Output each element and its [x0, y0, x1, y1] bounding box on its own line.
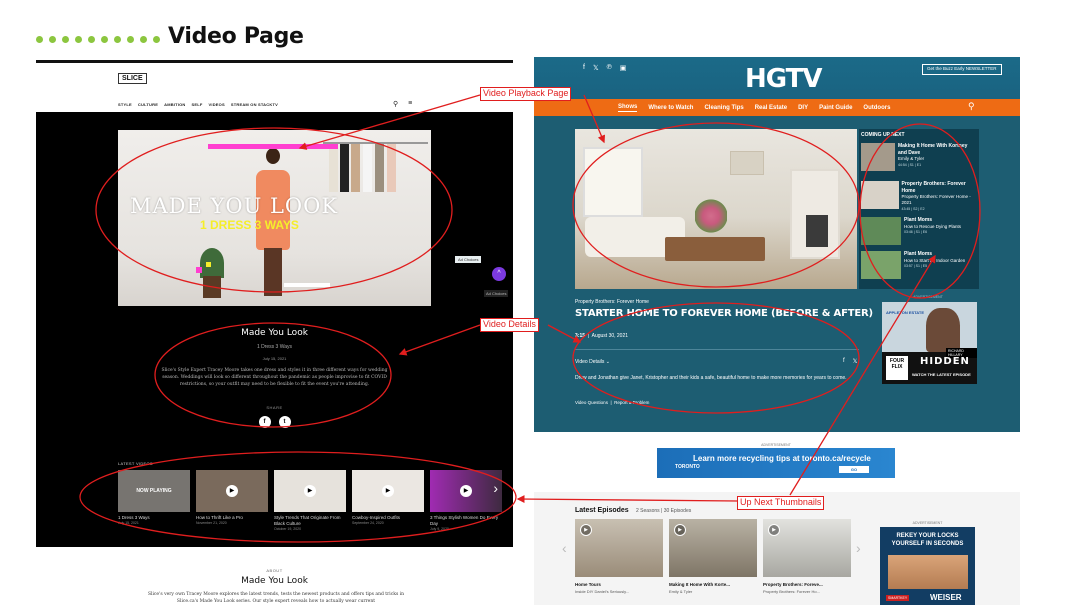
nav-item-real-estate[interactable]: Real Estate: [755, 105, 787, 111]
report-problem-link[interactable]: Report a Problem: [614, 400, 649, 405]
slice-logo[interactable]: SLICE: [118, 73, 147, 84]
play-icon[interactable]: ▶: [460, 485, 472, 497]
details-subtitle: 1 Dress 3 Ways: [256, 344, 293, 350]
share-label: SHARE: [266, 404, 283, 410]
about-label: ABOUT: [266, 568, 283, 573]
facebook-icon[interactable]: f: [843, 358, 845, 365]
play-icon[interactable]: ▶: [304, 485, 316, 497]
chevron-left-icon[interactable]: ‹: [562, 540, 567, 556]
ad-label: ADVERTISEMENT: [912, 521, 943, 525]
facebook-icon[interactable]: f: [583, 64, 585, 72]
about-body: Slice's very own Tracey Moore explores t…: [147, 592, 405, 604]
latest-episodes-title: Latest Episodes: [575, 507, 629, 514]
slice-video-player[interactable]: MADE YOU LOOK 1 DRESS 3 WAYS: [118, 130, 431, 306]
chevron-right-icon[interactable]: ›: [856, 540, 861, 556]
toronto-recycle-ad[interactable]: Learn more recycling tips at toronto.ca/…: [657, 448, 895, 478]
episode-card[interactable]: ▶ Home Tours Inside DIY Daniel's Serious…: [575, 519, 663, 594]
chevron-right-icon[interactable]: ›: [493, 480, 498, 496]
newsletter-button[interactable]: Get the Buzz Early NEWSLETTER: [922, 64, 1002, 75]
nav-item-videos[interactable]: VIDEOS: [209, 102, 225, 107]
nav-item-culture[interactable]: CULTURE: [138, 102, 158, 107]
search-icon[interactable]: ⚲: [968, 101, 975, 112]
hgtv-video-player[interactable]: [575, 129, 857, 289]
hgtv-logo[interactable]: HGTV: [745, 64, 823, 94]
video-links: Video Questions | Report a Problem: [575, 400, 650, 405]
weiser-ad[interactable]: REKEY YOUR LOCKS YOURSELF IN SECONDS SMA…: [880, 527, 975, 605]
about-title: Made You Look: [241, 576, 308, 586]
twitter-icon[interactable]: 𝕏: [853, 358, 858, 365]
nav-item-outdoors[interactable]: Outdoors: [863, 105, 890, 111]
video-thumbnail[interactable]: ▶ Style Trends That Originate From Black…: [274, 470, 346, 531]
ad-choices-label[interactable]: Ad Choices: [455, 256, 482, 263]
episode-title: STARTER HOME TO FOREVER HOME (BEFORE & A…: [575, 308, 873, 319]
details-description: Slice's Style Expert Tracey Moore takes …: [161, 368, 388, 388]
green-dots-decoration: [36, 36, 160, 43]
facebook-icon[interactable]: f: [258, 415, 271, 428]
instagram-icon[interactable]: ▣: [620, 64, 627, 72]
episode-card[interactable]: ▶ Making It Home With Korte... Emily & T…: [669, 519, 757, 594]
details-title: Made You Look: [241, 328, 308, 338]
twitter-icon[interactable]: 𝕏: [593, 64, 599, 72]
ad-label: ADVERTISEMENT: [761, 443, 791, 447]
video-thumbnail[interactable]: ▶ How to Thrift Like a Pro November 21, …: [196, 470, 268, 531]
chevron-down-icon: ⌄: [605, 359, 610, 365]
scroll-up-button[interactable]: ^: [492, 267, 506, 281]
episode-card[interactable]: ▶ Property Brothers: Foreve... Property …: [763, 519, 851, 594]
nav-item-shows[interactable]: Shows: [618, 104, 638, 112]
play-icon[interactable]: ▶: [382, 485, 394, 497]
clothing-rack-image: [323, 142, 428, 302]
hgtv-nav: Shows Where to Watch Cleaning Tips Real …: [534, 99, 1020, 116]
up-next-item[interactable]: Plant Moms How to Rescue Dying Plants 03:4…: [861, 217, 977, 247]
pinterest-icon[interactable]: ℗: [607, 64, 612, 72]
slice-screenshot: SLICE STYLE CULTURE AMBITION SELF VIDEOS…: [36, 60, 513, 605]
slice-video-details: Made You Look 1 Dress 3 Ways July 15, 20…: [118, 328, 431, 428]
video-overlay-title: MADE YOU LOOK: [130, 194, 339, 218]
now-playing-badge: NOW PLAYING: [118, 470, 190, 512]
latest-videos-row: NOW PLAYING 1 Dress 3 Ways July 15, 2021…: [118, 470, 502, 531]
up-next-item[interactable]: Plant Moms How to Start an Indoor Garden 0…: [861, 251, 977, 281]
ad-label: ADVERTISEMENT: [913, 295, 943, 299]
slide-canvas: Video Page SLICE STYLE CULTURE AMBITION …: [0, 0, 1076, 605]
play-icon: ▶: [580, 524, 592, 536]
video-thumbnail[interactable]: ▶ › 3 Things Stylish Women Do Every Day J…: [430, 470, 502, 531]
latest-videos-label: LATEST VIDEOS: [118, 461, 153, 466]
up-next-item[interactable]: Property Brothers: Forever Home Property …: [861, 181, 977, 211]
annotation-up-next: Up Next Thumbnails: [737, 496, 825, 510]
video-questions-link[interactable]: Video Questions: [575, 400, 608, 405]
play-icon[interactable]: ▶: [226, 485, 238, 497]
play-icon: ▶: [674, 524, 686, 536]
up-next-panel: COMING UP NEXT Making It Home With Kortn…: [859, 129, 979, 289]
nav-item-stacktv[interactable]: STREAM ON STACKTV: [231, 102, 278, 107]
episode-description: Drew and Jonathan give Janet, Kristopher…: [575, 375, 847, 381]
annotation-video-playback: Video Playback Page: [480, 87, 572, 101]
nav-item-ambition[interactable]: AMBITION: [164, 102, 185, 107]
show-name[interactable]: Property Brothers: Forever Home: [575, 299, 649, 305]
advertisement[interactable]: APPLETON ESTATE RICHARD HILLARY FOUR FLI…: [882, 302, 977, 384]
hgtv-screenshot: f 𝕏 ℗ ▣ HGTV Get the Buzz Early NEWSLETT…: [534, 57, 1020, 432]
slice-nav: STYLE CULTURE AMBITION SELF VIDEOS STREA…: [118, 102, 278, 107]
nav-item-paint-guide[interactable]: Paint Guide: [819, 105, 852, 111]
ad-choices-label[interactable]: Ad Choices: [484, 290, 509, 297]
play-icon: ▶: [768, 524, 780, 536]
video-thumbnail[interactable]: NOW PLAYING 1 Dress 3 Ways July 15, 2021: [118, 470, 190, 531]
nav-item-diy[interactable]: DIY: [798, 105, 808, 111]
search-icon[interactable]: ⚲: [393, 100, 398, 108]
nav-item-style[interactable]: STYLE: [118, 102, 132, 107]
video-thumbnail[interactable]: ▶ Cowboy-Inspired Outfits September 24, …: [352, 470, 424, 531]
twitter-icon[interactable]: t: [278, 415, 291, 428]
nav-item-self[interactable]: SELF: [192, 102, 203, 107]
video-overlay-subtitle: 1 DRESS 3 WAYS: [200, 218, 299, 232]
details-date: July 15, 2021: [262, 356, 287, 361]
page-title: Video Page: [168, 24, 304, 49]
latest-episodes-meta: 2 Seasons | 30 Episodes: [636, 508, 692, 514]
plant-image: [200, 248, 224, 298]
episode-meta: 3:15 | August 30, 2021: [575, 333, 629, 339]
up-next-item[interactable]: Making It Home With Kortney and Dave Emil…: [861, 143, 977, 173]
annotation-video-details: Video Details: [480, 318, 539, 332]
nav-item-cleaning-tips[interactable]: Cleaning Tips: [704, 105, 743, 111]
video-details-toggle[interactable]: Video Details ⌄: [575, 359, 610, 365]
menu-icon[interactable]: ≡: [408, 100, 412, 108]
up-next-header: COMING UP NEXT: [861, 132, 905, 138]
nav-item-where-to-watch[interactable]: Where to Watch: [648, 105, 693, 111]
